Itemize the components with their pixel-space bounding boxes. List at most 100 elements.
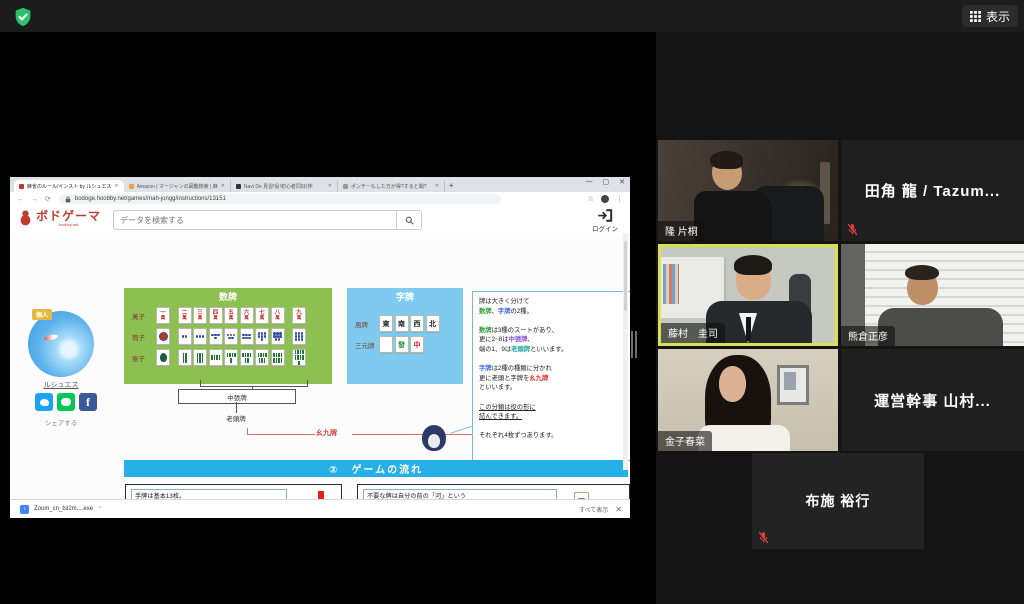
site-header: ボドゲーマ -hoobby.net- xyxy=(10,206,630,234)
mahjong-tile xyxy=(224,349,238,366)
browser-tab[interactable]: ポンチーもした方が得?すると聞?✕ xyxy=(338,180,445,192)
facebook-icon[interactable]: f xyxy=(79,393,97,411)
browser-tab-bar: 麻雀のルール/インスト by ルシュエス✕Amazon | マージャンの図鑑検索… xyxy=(10,177,630,192)
site-logo[interactable]: ボドゲーマ -hoobby.net- xyxy=(18,209,101,227)
participant-tile-fuse[interactable]: 布施 裕行 xyxy=(752,453,924,549)
honor-row-label: 風牌 xyxy=(355,319,379,329)
shared-screen-area: 麻雀のルール/インスト by ルシュエス✕Amazon | マージャンの図鑑検索… xyxy=(0,32,656,604)
honor-tiles-box: 字牌 風牌東南西北三元牌發中 xyxy=(347,288,463,384)
mahjong-tile xyxy=(379,336,393,353)
twitter-icon[interactable] xyxy=(35,393,53,411)
profile-avatar-icon[interactable] xyxy=(601,195,609,203)
author-name-link[interactable]: ルシュエス xyxy=(28,380,94,390)
mahjong-tile xyxy=(193,349,207,366)
mahjong-tile: 一萬 xyxy=(156,307,170,324)
maximize-button[interactable]: ▢ xyxy=(603,178,610,186)
mahjong-tile: 二萬 xyxy=(178,307,192,324)
suited-tiles-box: 数牌 萬子一萬二萬三萬四萬五萬六萬七萬八萬九萬筒子索子 xyxy=(124,288,332,384)
suit-row-label: 索子 xyxy=(132,353,156,363)
participant-tile-kumakura[interactable]: 熊倉正彦 xyxy=(841,244,1024,346)
download-bar: ↓ Zoom_cn_tsl2m....exe ⌃ すべて表示 ✕ xyxy=(10,499,630,518)
participant-tile-tazumi[interactable]: 田角 龍 / Tazum... xyxy=(841,140,1024,241)
honor-tiles-title: 字牌 xyxy=(347,290,463,303)
participant-name-label: 熊倉正彦 xyxy=(841,326,895,346)
participant-tile-yamamura[interactable]: 運営幹事 山村... xyxy=(841,349,1024,451)
bookmark-star-icon[interactable]: ☆ xyxy=(588,195,594,203)
meeting-topbar: 表示 xyxy=(0,0,1024,32)
menu-dots-icon[interactable]: ⋮ xyxy=(616,195,623,203)
security-shield-icon[interactable] xyxy=(12,6,34,28)
page-content: 個人 ルシュエス f シェアする 数牌 萬子一萬二萬三萬四萬五萬六萬七萬八萬九萬… xyxy=(10,233,630,517)
lock-icon xyxy=(65,196,71,203)
mahjong-tile: 四萬 xyxy=(209,307,223,324)
browser-toolbar: ← → ⟳ bodoge.hoobby.net/games/mah-jongg/… xyxy=(10,192,630,207)
participant-name-label: 金子春菜 xyxy=(658,431,712,451)
browser-tab[interactable]: Navi Do 見習!役!初心者同好(仲✕ xyxy=(231,180,338,192)
yaochu-label: 幺九牌 xyxy=(316,428,337,438)
chrome-browser-window: 麻雀のルール/インスト by ルシュエス✕Amazon | マージャンの図鑑検索… xyxy=(10,177,630,517)
back-icon[interactable]: ← xyxy=(17,196,24,203)
mahjong-tile xyxy=(209,328,223,345)
participant-display-name: 運営幹事 山村... xyxy=(841,349,1024,451)
mahjong-tile xyxy=(271,349,285,366)
mahjong-tile xyxy=(292,328,306,345)
download-caret-icon[interactable]: ⌃ xyxy=(98,506,102,512)
profile-type-badge: 個人 xyxy=(32,309,52,320)
close-button[interactable]: ✕ xyxy=(619,178,625,186)
participant-name-label: 隆 片桐 xyxy=(658,221,705,241)
mahjong-tile: 北 xyxy=(426,315,440,332)
author-avatar[interactable] xyxy=(28,311,94,377)
show-all-downloads-button[interactable]: すべて表示 xyxy=(574,503,613,516)
line-icon[interactable] xyxy=(57,393,75,411)
page-scrollbar[interactable] xyxy=(623,233,628,470)
close-download-bar-icon[interactable]: ✕ xyxy=(615,505,622,514)
bubble-tail xyxy=(450,425,473,433)
mahjong-tile xyxy=(271,328,285,345)
search-submit-button[interactable] xyxy=(396,211,421,229)
address-bar[interactable]: bodoge.hoobby.net/games/mah-jongg/instru… xyxy=(59,194,501,204)
mahjong-tile: 七萬 xyxy=(255,307,269,324)
window-controls: — ▢ ✕ xyxy=(586,178,626,186)
mahjong-tile xyxy=(193,328,207,345)
explanation-bubble: 牌は大きく分けて数牌、字牌の2種。 数牌は3種のスートがあり、更に2~8は中張牌… xyxy=(472,291,630,461)
participant-display-name: 布施 裕行 xyxy=(752,453,924,549)
bodogema-logo-icon xyxy=(18,209,33,227)
panel-resize-handle[interactable] xyxy=(631,331,639,358)
view-button[interactable]: 表示 xyxy=(962,5,1018,27)
mahjong-tile: 九萬 xyxy=(292,307,306,324)
mahjong-tile xyxy=(178,328,192,345)
downloaded-file-name[interactable]: Zoom_cn_tsl2m....exe xyxy=(34,506,93,512)
mic-muted-icon xyxy=(846,223,859,236)
browser-tab[interactable]: 麻雀のルール/インスト by ルシュエス✕ xyxy=(14,180,124,192)
participant-display-name: 田角 龍 / Tazum... xyxy=(841,140,1024,241)
mahjong-tile xyxy=(292,349,306,366)
url-text: bodoge.hoobby.net/games/mah-jongg/instru… xyxy=(75,196,226,202)
roto-label: 老頭牌 xyxy=(206,413,266,423)
forward-icon[interactable]: → xyxy=(31,196,38,203)
site-logo-text: ボドゲーマ xyxy=(36,210,101,222)
chuchan-bracket xyxy=(200,380,308,387)
suited-tiles-title: 数牌 xyxy=(124,290,332,303)
mahjong-tile xyxy=(209,349,223,366)
refresh-icon[interactable]: ⟳ xyxy=(45,195,51,203)
mahjong-tile xyxy=(224,328,238,345)
new-tab-button[interactable]: + xyxy=(449,180,454,192)
yaochu-tick-left xyxy=(247,428,248,434)
browser-tab[interactable]: Amazon | マージャンの図鑑検索 | 麻✕ xyxy=(124,180,231,192)
login-label: ログイン xyxy=(592,223,618,233)
mahjong-tile xyxy=(156,349,170,366)
minimize-button[interactable]: — xyxy=(586,178,593,186)
participant-tile-katagiri[interactable]: 隆 片桐 xyxy=(658,140,838,241)
site-search-input[interactable] xyxy=(114,216,396,225)
koi-fish-graphic xyxy=(44,334,59,342)
mahjong-tile: 南 xyxy=(395,315,409,332)
yaochu-line-left xyxy=(247,434,315,435)
mahjong-tile xyxy=(255,349,269,366)
login-button[interactable]: ログイン xyxy=(592,209,618,233)
participant-tile-kaneko[interactable]: 金子春菜 xyxy=(658,349,838,451)
share-label: シェアする xyxy=(28,417,94,427)
mahjong-tile: 三萬 xyxy=(193,307,207,324)
downloaded-file-icon: ↓ xyxy=(20,505,29,514)
participant-tile-fujimura-active[interactable]: 藤村 圭司 xyxy=(658,244,838,346)
honor-row-label: 三元牌 xyxy=(355,340,379,350)
